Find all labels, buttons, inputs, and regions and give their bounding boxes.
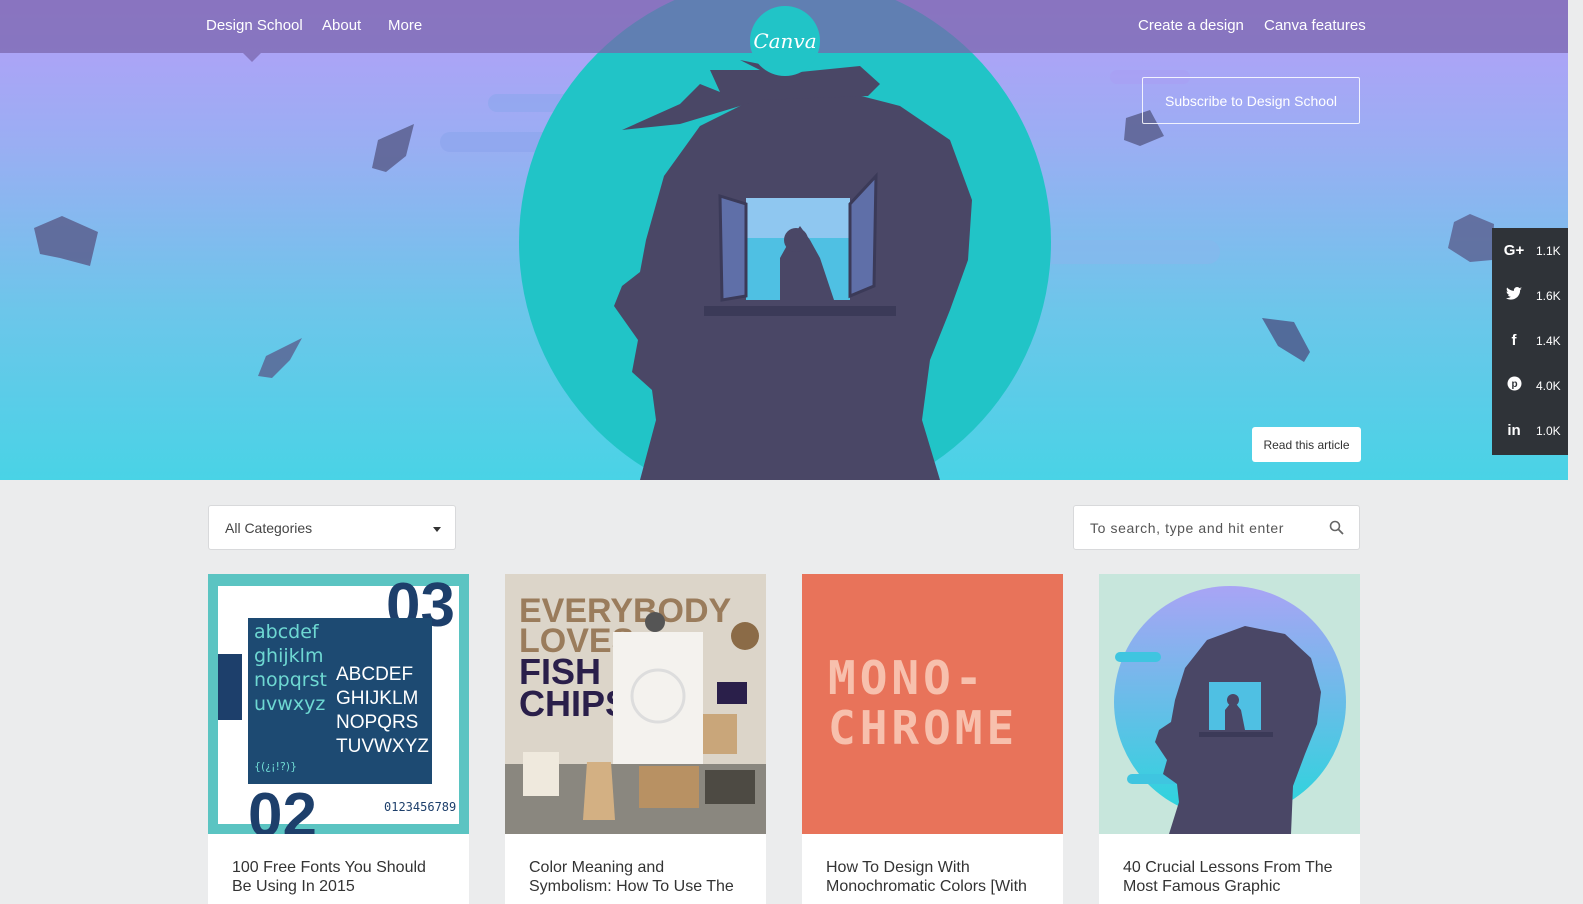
svg-text:0123456789: 0123456789	[384, 800, 456, 814]
category-select[interactable]: All Categories	[208, 505, 456, 550]
share-count: 4.0K	[1536, 378, 1561, 393]
svg-text:MONO-: MONO-	[828, 651, 986, 705]
google-plus-icon: G+	[1503, 242, 1525, 259]
nav-create-design[interactable]: Create a design	[1138, 17, 1244, 34]
facebook-icon: f	[1511, 332, 1517, 349]
share-count: 1.4K	[1536, 333, 1561, 348]
nav-canva-features[interactable]: Canva features	[1264, 17, 1366, 34]
svg-text:nopqrst: nopqrst	[254, 669, 327, 691]
share-linkedin[interactable]: in 1.0K	[1492, 408, 1568, 453]
social-share-bar: G+ 1.1K 1.6K f 1.4K p 4.0K in 1.0K	[1492, 228, 1568, 455]
article-card-color-meaning[interactable]: EVERYBODY LOVES FISH CHIPS Color Meaning…	[505, 574, 766, 904]
silhouette-thumbnail-art	[1099, 574, 1360, 834]
active-nav-indicator	[243, 53, 261, 62]
category-selected-value: All Categories	[225, 519, 313, 536]
share-count: 1.1K	[1536, 243, 1561, 258]
svg-text:uvwxyz: uvwxyz	[254, 693, 325, 715]
article-card-monochromatic[interactable]: MONO- CHROME How To Design With Monochro…	[802, 574, 1063, 904]
search-input[interactable]	[1074, 506, 1324, 549]
article-title[interactable]: 40 Crucial Lessons From The Most Famous …	[1123, 858, 1338, 896]
svg-text:CHROME: CHROME	[828, 701, 1018, 755]
search-box	[1073, 505, 1360, 550]
article-thumbnail: MONO- CHROME	[802, 574, 1063, 834]
svg-text:ABCDEF: ABCDEF	[336, 664, 413, 685]
svg-text:02: 02	[248, 781, 317, 834]
svg-text:ghijklm: ghijklm	[254, 645, 323, 667]
chevron-down-icon	[433, 527, 441, 532]
article-thumbnail	[1099, 574, 1360, 834]
article-card-fonts[interactable]: 03 abcdef ghijklm nopqrst uvwxyz ABCDEF …	[208, 574, 469, 904]
twitter-icon	[1492, 286, 1536, 305]
svg-text:GHIJKLM: GHIJKLM	[336, 688, 418, 709]
share-count: 1.6K	[1536, 288, 1561, 303]
monochrome-thumbnail-art: MONO- CHROME	[802, 574, 1063, 834]
share-google-plus[interactable]: G+ 1.1K	[1492, 228, 1568, 273]
article-title[interactable]: How To Design With Monochromatic Colors …	[826, 858, 1041, 896]
search-icon[interactable]	[1329, 520, 1344, 540]
share-pinterest[interactable]: p 4.0K	[1492, 363, 1568, 408]
article-thumbnail: 03 abcdef ghijklm nopqrst uvwxyz ABCDEF …	[208, 574, 469, 834]
article-title[interactable]: Color Meaning and Symbolism: How To Use …	[529, 858, 744, 896]
share-facebook[interactable]: f 1.4K	[1492, 318, 1568, 363]
hero-banner: Design School About More Canva Create a …	[0, 0, 1568, 480]
fonts-thumbnail-art: 03 abcdef ghijklm nopqrst uvwxyz ABCDEF …	[208, 574, 469, 834]
share-count: 1.0K	[1536, 423, 1561, 438]
pinterest-icon: p	[1492, 376, 1536, 395]
nav-design-school[interactable]: Design School	[206, 17, 303, 34]
fish-chips-thumbnail-art: EVERYBODY LOVES FISH CHIPS	[505, 574, 766, 834]
article-card-lessons[interactable]: 40 Crucial Lessons From The Most Famous …	[1099, 574, 1360, 904]
article-thumbnail: EVERYBODY LOVES FISH CHIPS	[505, 574, 766, 834]
nav-about[interactable]: About	[322, 17, 361, 34]
canva-logo[interactable]: Canva	[750, 6, 820, 76]
svg-text:{(¿¡!?)}: {(¿¡!?)}	[254, 760, 297, 773]
article-title[interactable]: 100 Free Fonts You Should Be Using In 20…	[232, 858, 447, 896]
linkedin-icon: in	[1507, 422, 1521, 439]
svg-text:NOPQRS: NOPQRS	[336, 712, 418, 733]
svg-text:abcdef: abcdef	[254, 621, 320, 643]
svg-text:TUVWXYZ: TUVWXYZ	[336, 736, 429, 757]
svg-text:CHIPS: CHIPS	[519, 683, 629, 724]
read-article-button[interactable]: Read this article	[1252, 427, 1361, 462]
svg-text:p: p	[1511, 379, 1517, 390]
nav-more[interactable]: More	[388, 17, 422, 34]
subscribe-button[interactable]: Subscribe to Design School	[1142, 77, 1360, 124]
share-twitter[interactable]: 1.6K	[1492, 273, 1568, 318]
